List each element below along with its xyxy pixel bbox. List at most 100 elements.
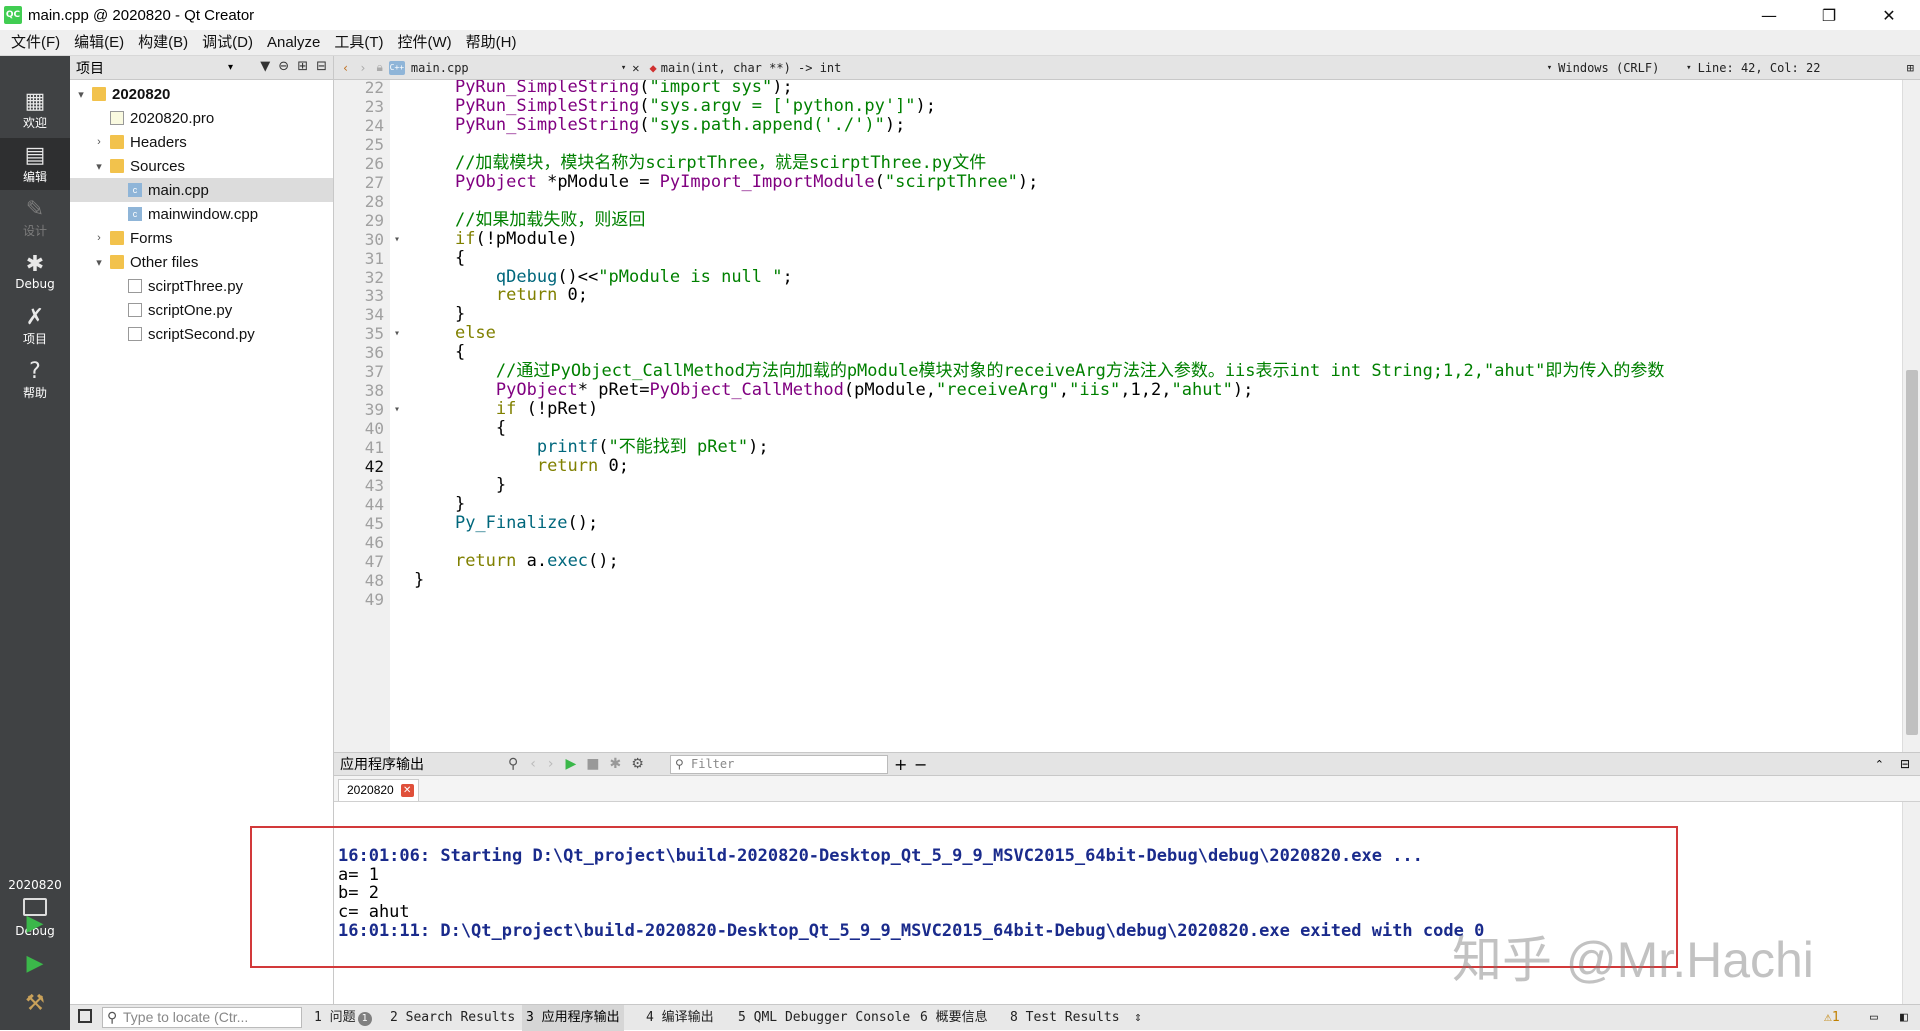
pro-file-icon bbox=[110, 111, 124, 125]
open-file-name[interactable]: main.cpp bbox=[411, 61, 621, 75]
pane-general-messages[interactable]: 6 概要信息 bbox=[920, 1005, 988, 1031]
settings-gear-icon[interactable]: ⚙ bbox=[631, 756, 644, 772]
output-scrollbar[interactable] bbox=[1902, 802, 1920, 1004]
link-icon[interactable]: ⊖ bbox=[278, 59, 289, 74]
cpp-file-icon: c bbox=[128, 183, 142, 197]
split-icon[interactable]: ⊞ bbox=[297, 59, 308, 74]
back-arrow-icon[interactable]: ‹ bbox=[342, 61, 349, 75]
code-editor[interactable]: 22 PyRun_SimpleString("import sys"); 23 P… bbox=[334, 80, 1920, 752]
filter-placeholder: Filter bbox=[691, 757, 735, 771]
mode-label: 设计 bbox=[22, 223, 47, 238]
lock-icon: 🔒︎ bbox=[376, 60, 383, 74]
run-button[interactable]: ▶ bbox=[22, 910, 48, 936]
view-dropdown-icon[interactable]: ▾ bbox=[228, 62, 233, 73]
expand-arrow-icon[interactable]: ▾ bbox=[74, 88, 88, 101]
tree-item[interactable]: › Forms bbox=[70, 226, 333, 250]
tree-item[interactable]: scriptOne.py bbox=[70, 298, 333, 322]
pane-issues[interactable]: 1 问题 1 bbox=[314, 1005, 372, 1031]
symbol-dropdown-icon[interactable]: ▾ bbox=[1547, 63, 1552, 73]
cpp-file-icon: C++ bbox=[388, 60, 405, 75]
tree-item[interactable]: c mainwindow.cpp bbox=[70, 202, 333, 226]
stop-icon[interactable]: ■ bbox=[586, 756, 599, 772]
build-button[interactable]: ⚒ bbox=[22, 990, 48, 1016]
line-ending-selector[interactable]: Windows (CRLF) bbox=[1558, 61, 1686, 75]
close-pane-icon[interactable]: ⊟ bbox=[316, 59, 327, 74]
menu-analyze[interactable]: Analyze bbox=[260, 30, 327, 56]
tree-item[interactable]: ▾ Other files bbox=[70, 250, 333, 274]
expand-arrow-icon[interactable]: ▾ bbox=[92, 160, 106, 173]
menu-tools[interactable]: 工具(T) bbox=[327, 30, 390, 56]
cursor-position[interactable]: Line: 42, Col: 22 bbox=[1698, 61, 1821, 75]
close-tab-icon[interactable]: ✕ bbox=[400, 784, 414, 797]
pane-qml-debugger-console[interactable]: 5 QML Debugger Console bbox=[738, 1005, 910, 1031]
expand-arrow-icon[interactable]: › bbox=[92, 232, 106, 244]
filter-icon[interactable]: ▼ bbox=[260, 59, 270, 74]
tree-item[interactable]: c main.cpp bbox=[70, 178, 333, 202]
expand-arrow-icon[interactable]: › bbox=[92, 136, 106, 148]
file-dropdown-icon[interactable]: ▾ bbox=[621, 63, 626, 73]
tree-item[interactable]: scriptSecond.py bbox=[70, 322, 333, 346]
mode-design[interactable]: ✎ 设计 bbox=[0, 192, 70, 244]
rerun-icon[interactable]: ▶ bbox=[565, 756, 576, 772]
mode-welcome[interactable]: ▦ 欢迎 bbox=[0, 84, 70, 136]
next-icon[interactable]: › bbox=[548, 756, 554, 772]
menu-debug[interactable]: 调试(D) bbox=[195, 30, 260, 56]
folder-icon bbox=[110, 231, 124, 245]
output-tab[interactable]: 2020820 ✕ bbox=[338, 779, 419, 801]
pane-search-results[interactable]: 2 Search Results bbox=[390, 1005, 515, 1031]
tree-item[interactable]: ▾ Sources bbox=[70, 154, 333, 178]
qt-creator-icon: QC bbox=[4, 6, 22, 24]
mode-debug[interactable]: ✱ Debug bbox=[0, 246, 70, 298]
mode-help[interactable]: ? 帮助 bbox=[0, 354, 70, 406]
expand-arrow-icon[interactable]: ▾ bbox=[92, 256, 106, 269]
mode-label: 编辑 bbox=[22, 169, 47, 184]
output-toggle-icon[interactable]: ◧ bbox=[1900, 1005, 1908, 1031]
editor-scrollbar[interactable] bbox=[1902, 80, 1920, 752]
attach-debugger-icon[interactable]: ✱ bbox=[610, 756, 622, 772]
symbol-selector[interactable]: main(int, char **) -> int bbox=[661, 61, 1547, 75]
pane-compile-output[interactable]: 4 编译输出 bbox=[646, 1005, 714, 1031]
editor-scrollbar-thumb[interactable] bbox=[1906, 370, 1918, 735]
attach-icon[interactable]: ⚲ bbox=[508, 756, 518, 772]
pane-switcher-icon[interactable]: ⇕ bbox=[1134, 1005, 1142, 1031]
output-pane-title: 应用程序输出 bbox=[340, 757, 424, 773]
menu-help[interactable]: 帮助(H) bbox=[459, 30, 524, 56]
locator-input[interactable]: ⚲ Type to locate (Ctr... bbox=[102, 1007, 302, 1028]
tree-item[interactable]: scirptThree.py bbox=[70, 274, 333, 298]
menu-edit[interactable]: 编辑(E) bbox=[67, 30, 131, 56]
window-title: main.cpp @ 2020820 - Qt Creator bbox=[28, 6, 255, 24]
output-tab-label: 2020820 bbox=[347, 783, 394, 797]
warning-indicator[interactable]: ⚠1 bbox=[1824, 1005, 1840, 1031]
tree-item-label: Other files bbox=[130, 253, 199, 271]
debug-run-button[interactable]: ▶ bbox=[22, 950, 48, 976]
menu-build[interactable]: 构建(B) bbox=[131, 30, 195, 56]
split-editor-icon[interactable]: ⊞ bbox=[1907, 61, 1914, 75]
zoom-in-icon[interactable]: + bbox=[894, 755, 907, 774]
pane-application-output[interactable]: 3 应用程序输出 bbox=[522, 1005, 624, 1031]
line-ending-dropdown-icon[interactable]: ▾ bbox=[1686, 63, 1691, 73]
close-file-icon[interactable]: ✕ bbox=[632, 61, 639, 75]
mode-edit[interactable]: ▤ 编辑 bbox=[0, 138, 70, 190]
zoom-out-icon[interactable]: − bbox=[914, 755, 927, 774]
minimize-button[interactable]: — bbox=[1740, 0, 1798, 30]
menu-widgets[interactable]: 控件(W) bbox=[391, 30, 459, 56]
toggle-sidebar-icon[interactable] bbox=[78, 1009, 92, 1023]
output-filter-input[interactable]: ⚲ Filter bbox=[670, 755, 888, 774]
forward-arrow-icon[interactable]: › bbox=[359, 61, 366, 75]
prev-icon[interactable]: ‹ bbox=[530, 756, 536, 772]
tree-item-label: Headers bbox=[130, 133, 187, 151]
maximize-pane-icon[interactable]: ⌃ bbox=[1875, 758, 1884, 771]
menu-file[interactable]: 文件(F) bbox=[4, 30, 67, 56]
maximize-button[interactable]: ❐ bbox=[1800, 0, 1858, 30]
tree-item[interactable]: ▾ 2020820 bbox=[70, 82, 333, 106]
mode-projects[interactable]: ✗ 项目 bbox=[0, 300, 70, 352]
tree-item[interactable]: 2020820.pro bbox=[70, 106, 333, 130]
progress-toggle-icon[interactable]: ▭ bbox=[1870, 1005, 1878, 1031]
close-button[interactable]: ✕ bbox=[1860, 0, 1918, 30]
tree-item-label: 2020820.pro bbox=[130, 109, 215, 127]
pane-test-results[interactable]: 8 Test Results bbox=[1010, 1005, 1120, 1031]
tree-item-label: scriptSecond.py bbox=[148, 325, 255, 343]
tree-item[interactable]: › Headers bbox=[70, 130, 333, 154]
menu-bar: 文件(F) 编辑(E) 构建(B) 调试(D) Analyze 工具(T) 控件… bbox=[0, 30, 1920, 56]
close-output-pane-icon[interactable]: ⊟ bbox=[1900, 757, 1910, 771]
